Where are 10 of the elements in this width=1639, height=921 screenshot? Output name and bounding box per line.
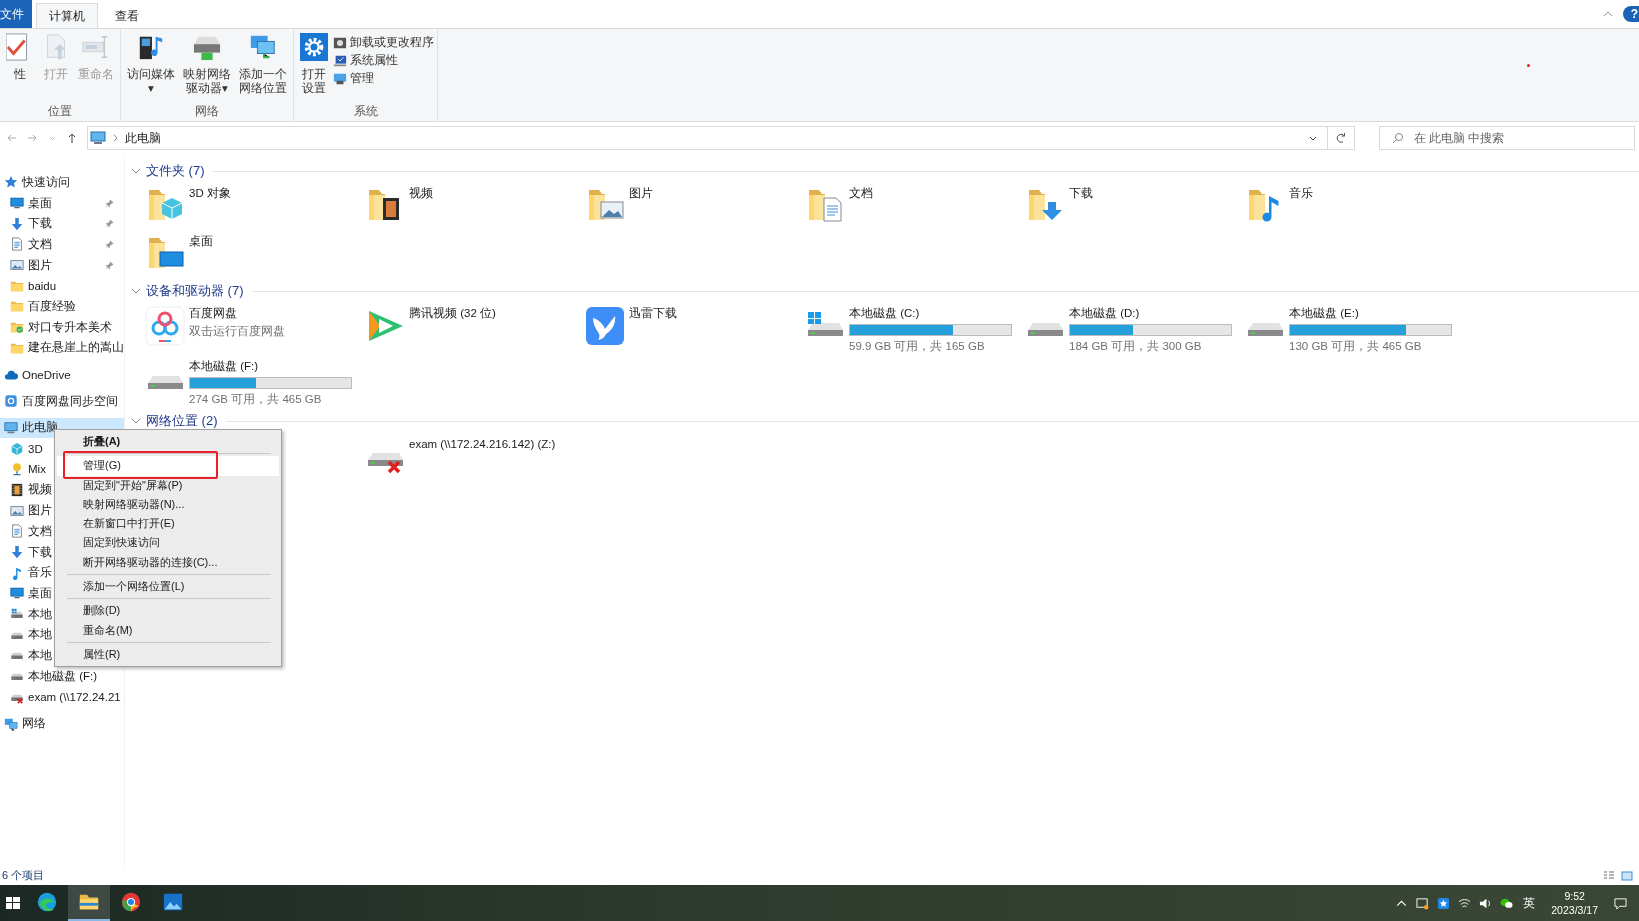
space-info: 274 GB 可用，共 465 GB [189, 392, 323, 407]
space-info: 184 GB 可用，共 300 GB [1069, 339, 1203, 354]
item-count: 6 个项目 [2, 868, 45, 883]
space-info: 130 GB 可用，共 465 GB [1289, 339, 1423, 354]
address-path: 此电脑 [125, 130, 161, 146]
group-label: 系统 [353, 104, 378, 119]
group-label: 网络 [195, 104, 219, 119]
group-label: 位置 [48, 104, 72, 119]
space-info: 59.9 GB 可用，共 165 GB [849, 339, 986, 354]
item-description: 双击运行百度网盘 [189, 324, 285, 339]
